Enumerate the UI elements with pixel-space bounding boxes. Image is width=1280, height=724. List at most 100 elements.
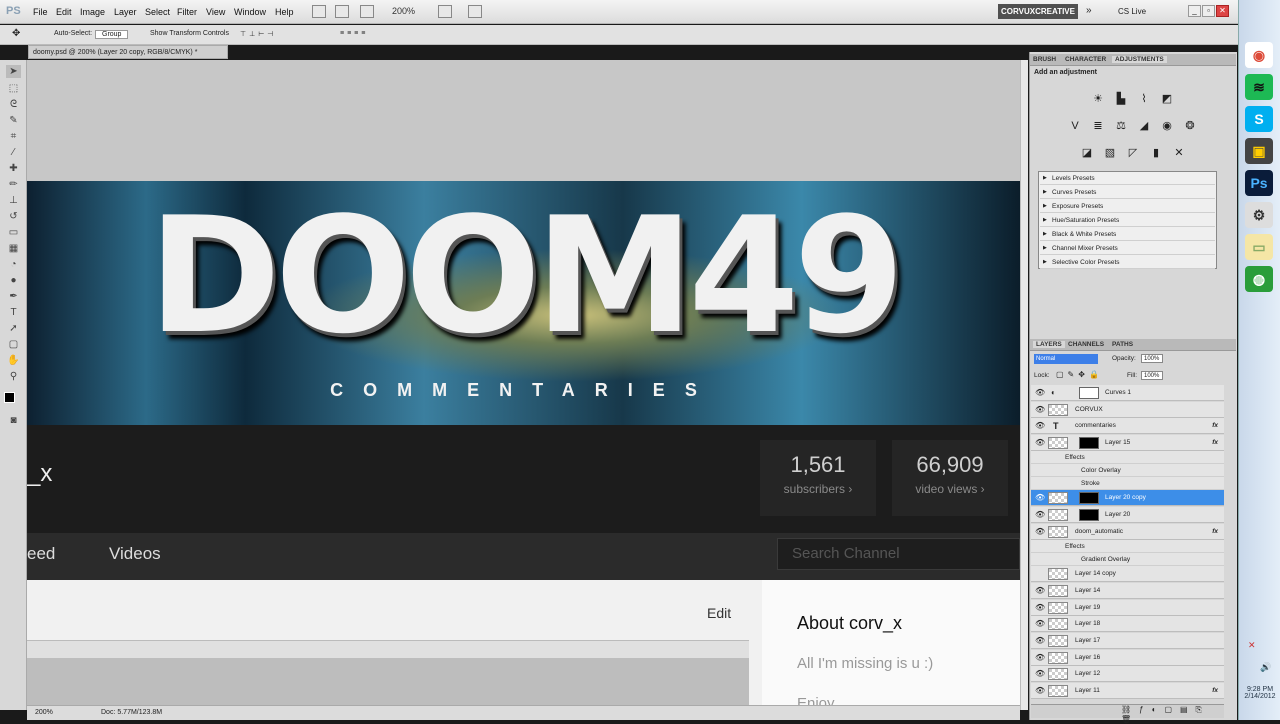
eye-icon[interactable]: 👁 bbox=[1035, 385, 1045, 401]
globe-icon[interactable]: ◍ bbox=[1245, 266, 1273, 292]
nav-feed-tab[interactable]: eed bbox=[27, 544, 55, 564]
preset-channel-mixer[interactable]: Channel Mixer Presets bbox=[1040, 242, 1215, 255]
layer-row[interactable]: 👁 Layer 18 bbox=[1031, 616, 1224, 632]
edit-link[interactable]: Edit bbox=[707, 605, 731, 621]
arrange-documents-icon[interactable] bbox=[438, 5, 452, 18]
layer-row[interactable]: 👁 T commentaries fx bbox=[1031, 418, 1224, 434]
layer-row[interactable]: 👁 Layer 16 bbox=[1031, 650, 1224, 666]
levels-icon[interactable]: ▙ bbox=[1114, 93, 1128, 105]
opacity-input[interactable]: 100% bbox=[1141, 354, 1163, 363]
eye-icon[interactable]: 👁 bbox=[1035, 418, 1045, 434]
spotify-icon[interactable]: ≋ bbox=[1245, 74, 1273, 100]
threshold-icon[interactable]: ◸ bbox=[1126, 147, 1140, 159]
auto-select-checkbox[interactable]: Auto-Select: bbox=[54, 30, 92, 37]
posterize-icon[interactable]: ▧ bbox=[1103, 147, 1117, 159]
layer-row[interactable]: 👁 ◐ Curves 1 bbox=[1031, 385, 1224, 401]
menu-file[interactable]: File bbox=[33, 7, 48, 17]
layer-row[interactable]: 👁 Layer 15 fx bbox=[1031, 435, 1224, 451]
photoshop-icon[interactable]: Ps bbox=[1245, 170, 1273, 196]
layer-row[interactable]: 👁 Layer 12 bbox=[1031, 666, 1224, 682]
menu-window[interactable]: Window bbox=[234, 7, 266, 17]
eye-icon[interactable]: 👁 bbox=[1035, 435, 1045, 451]
curves-icon[interactable]: ⌇ bbox=[1137, 93, 1151, 105]
marquee-tool-icon[interactable]: ⬚ bbox=[6, 82, 21, 95]
tab-paths[interactable]: PATHS bbox=[1112, 341, 1133, 348]
screen-mode-icon[interactable] bbox=[468, 5, 482, 18]
show-transform-checkbox[interactable]: Show Transform Controls bbox=[150, 30, 229, 37]
lasso-tool-icon[interactable]: ᘓ bbox=[6, 98, 21, 111]
menu-help[interactable]: Help bbox=[275, 7, 294, 17]
quick-select-tool-icon[interactable]: ✎ bbox=[6, 114, 21, 127]
nav-videos-tab[interactable]: Videos bbox=[109, 544, 161, 564]
eye-icon[interactable]: 👁 bbox=[1035, 633, 1045, 649]
eye-icon[interactable]: 👁 bbox=[1035, 490, 1045, 506]
channel-mixer-icon[interactable]: ❂ bbox=[1183, 120, 1197, 132]
status-zoom[interactable]: 200% bbox=[35, 709, 53, 716]
menu-edit[interactable]: Edit bbox=[56, 7, 72, 17]
cs-live-button[interactable]: CS Live bbox=[1118, 7, 1146, 16]
menu-filter[interactable]: Filter bbox=[177, 7, 197, 17]
tab-channels[interactable]: CHANNELS bbox=[1068, 341, 1104, 348]
color-balance-icon[interactable]: ⚖ bbox=[1114, 120, 1128, 132]
preset-selective-color[interactable]: Selective Color Presets bbox=[1040, 256, 1215, 269]
layer-row-selected[interactable]: 👁 Layer 20 copy bbox=[1031, 490, 1224, 506]
menu-layer[interactable]: Layer bbox=[114, 7, 137, 17]
tab-brush[interactable]: BRUSH bbox=[1033, 56, 1056, 63]
fx-icon[interactable]: fx bbox=[1212, 683, 1218, 699]
quick-mask-icon[interactable]: ◙ bbox=[6, 414, 21, 427]
lock-icons[interactable]: ▢✎✥🔒 bbox=[1056, 370, 1103, 379]
document-canvas[interactable]: DOOM49 COMMENTARIES _x 1,561 subscribers… bbox=[27, 60, 1020, 710]
double-chevron-icon[interactable]: » bbox=[1086, 5, 1092, 16]
mini-bridge-icon[interactable] bbox=[335, 5, 349, 18]
eye-icon[interactable]: 👁 bbox=[1035, 683, 1045, 699]
gradient-map-icon[interactable]: ▮ bbox=[1149, 147, 1163, 159]
fx-icon[interactable]: fx bbox=[1212, 524, 1218, 540]
minimize-icon[interactable]: _ bbox=[1188, 5, 1201, 17]
pen-tool-icon[interactable]: ✒ bbox=[6, 290, 21, 303]
distribute-icons[interactable]: ≡≡≡≡ bbox=[340, 30, 368, 37]
selective-color-icon[interactable]: ✕ bbox=[1172, 147, 1186, 159]
eye-icon[interactable]: 👁 bbox=[1035, 616, 1045, 632]
history-brush-tool-icon[interactable]: ↺ bbox=[6, 210, 21, 223]
preset-exposure[interactable]: Exposure Presets bbox=[1040, 200, 1215, 213]
effect-stroke[interactable]: Stroke bbox=[1031, 477, 1224, 490]
auto-select-mode-select[interactable]: Group bbox=[95, 30, 129, 39]
hand-tool-icon[interactable]: ✋ bbox=[6, 354, 21, 367]
eye-icon[interactable]: 👁 bbox=[1035, 524, 1045, 540]
launch-bridge-icon[interactable] bbox=[312, 5, 326, 18]
chrome-icon[interactable]: ◉ bbox=[1245, 42, 1273, 68]
layer-row[interactable]: 👁 Layer 20 bbox=[1031, 507, 1224, 523]
folder-icon[interactable]: ▭ bbox=[1245, 234, 1273, 260]
layer-row[interactable]: Layer 14 copy bbox=[1031, 566, 1224, 582]
exposure-icon[interactable]: ◩ bbox=[1160, 93, 1174, 105]
menu-image[interactable]: Image bbox=[80, 7, 105, 17]
blend-mode-select[interactable]: Normal bbox=[1034, 354, 1098, 364]
eyedropper-tool-icon[interactable]: ⁄ bbox=[6, 146, 21, 159]
effects-row[interactable]: Effects bbox=[1031, 451, 1224, 464]
tab-layers[interactable]: LAYERS bbox=[1033, 341, 1065, 348]
eye-icon[interactable]: 👁 bbox=[1035, 600, 1045, 616]
layer-row[interactable]: 👁 Layer 17 bbox=[1031, 633, 1224, 649]
workspace-button[interactable]: CORVUXCREATIVE bbox=[998, 4, 1078, 19]
eye-icon[interactable]: 👁 bbox=[1035, 507, 1045, 523]
views-stat[interactable]: 66,909 video views › bbox=[892, 440, 1008, 516]
menu-view[interactable]: View bbox=[206, 7, 225, 17]
effect-gradient-overlay[interactable]: Gradient Overlay bbox=[1031, 553, 1224, 566]
search-channel-input[interactable]: Search Channel bbox=[777, 538, 1020, 570]
network-app-icon[interactable]: ⚙ bbox=[1245, 202, 1273, 228]
path-select-tool-icon[interactable]: ➚ bbox=[6, 322, 21, 335]
align-icons[interactable]: ⊤⊥⊢⊣ bbox=[240, 30, 276, 38]
hue-saturation-icon[interactable]: ≣ bbox=[1091, 120, 1105, 132]
eye-icon[interactable]: 👁 bbox=[1035, 583, 1045, 599]
tab-adjustments[interactable]: ADJUSTMENTS bbox=[1112, 56, 1167, 63]
healing-tool-icon[interactable]: ✚ bbox=[6, 162, 21, 175]
crop-tool-icon[interactable]: ⌗ bbox=[6, 130, 21, 143]
layer-row[interactable]: 👁 doom_automatic fx bbox=[1031, 524, 1224, 540]
network-status-icon[interactable]: ✕ bbox=[1248, 640, 1256, 651]
preset-levels[interactable]: Levels Presets bbox=[1040, 172, 1215, 185]
gradient-tool-icon[interactable]: ▦ bbox=[6, 242, 21, 255]
move-tool-icon[interactable]: ✥ bbox=[12, 28, 20, 39]
vibrance-icon[interactable]: V bbox=[1068, 120, 1082, 132]
eye-icon[interactable]: 👁 bbox=[1035, 650, 1045, 666]
menu-select[interactable]: Select bbox=[145, 7, 170, 17]
